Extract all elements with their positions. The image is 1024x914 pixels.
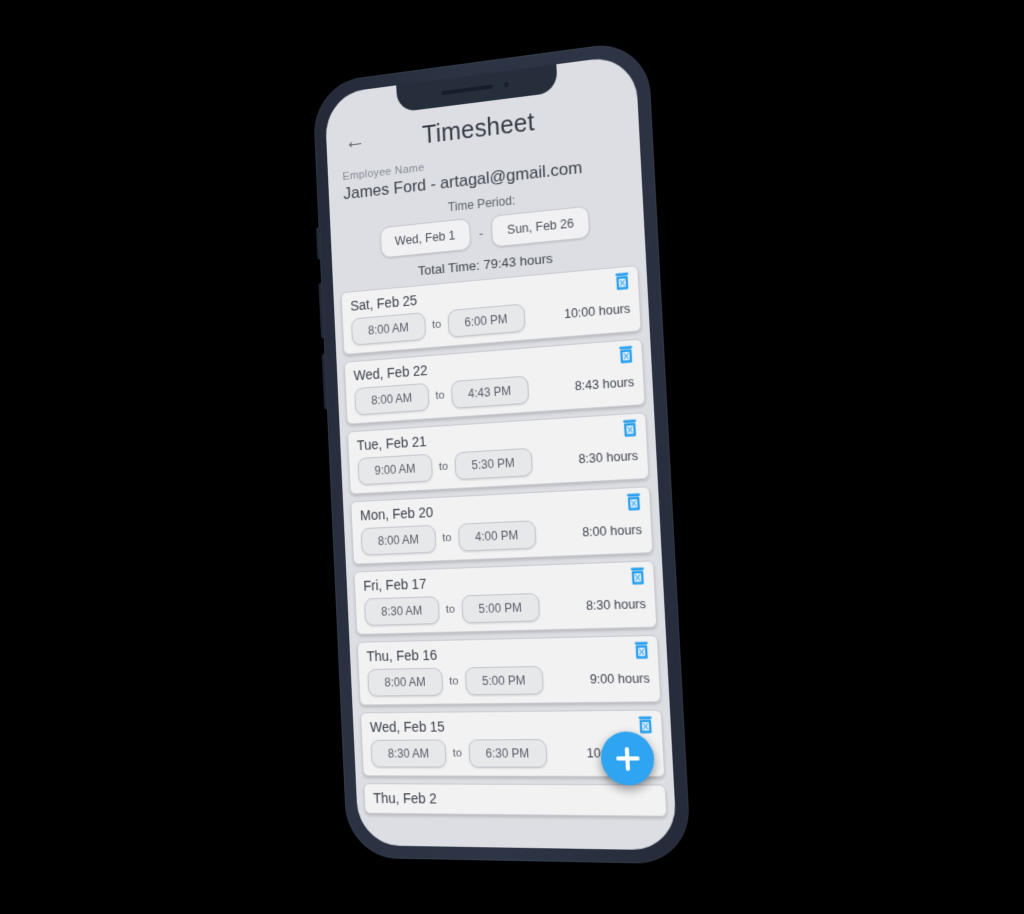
entry-start-time[interactable]: 8:30 AM: [363, 596, 440, 626]
timesheet-app: ← Timesheet Employee Name James Ford - a…: [324, 54, 677, 851]
entry-hours: 10:00 hours: [586, 746, 654, 761]
entry-start-time[interactable]: 8:00 AM: [354, 382, 430, 416]
arrow-left-icon: ←: [343, 125, 366, 154]
back-button[interactable]: ←: [340, 124, 369, 156]
entry-hours: 10:00 hours: [563, 301, 631, 322]
entry-end-time[interactable]: 6:00 PM: [447, 303, 526, 338]
phone-frame: ← Timesheet Employee Name James Ford - a…: [312, 38, 692, 865]
entry-time-row: 8:00 AM to 5:00 PM 9:00 hours: [367, 664, 650, 697]
to-label: to: [438, 460, 449, 474]
volume-up-button[interactable]: [318, 282, 326, 339]
entry-date: Thu, Feb 16: [366, 646, 438, 665]
entry-end-time[interactable]: 4:00 PM: [457, 520, 537, 552]
to-label: to: [431, 318, 442, 332]
entry-end-time[interactable]: 5:00 PM: [464, 665, 544, 696]
entry-date: Mon, Feb 20: [359, 504, 434, 524]
screenshot-canvas: ← Timesheet Employee Name James Ford - a…: [0, 0, 1024, 914]
to-label: to: [448, 675, 459, 688]
front-camera-icon: [502, 80, 511, 90]
trash-icon[interactable]: [633, 641, 649, 659]
phone-device: ← Timesheet Employee Name James Ford - a…: [312, 38, 692, 865]
add-entry-fab[interactable]: [599, 731, 656, 786]
plus-icon: [615, 747, 640, 771]
timesheet-entry-card[interactable]: Thu, Feb 16 8:00 AM to 5:00 PM 9:00 hour…: [356, 634, 662, 706]
total-time-label: Total Time:: [417, 257, 480, 279]
trash-icon[interactable]: [630, 567, 646, 585]
entry-start-time[interactable]: 8:00 AM: [367, 667, 444, 697]
entry-end-time[interactable]: 4:43 PM: [450, 375, 529, 409]
to-label: to: [452, 747, 463, 760]
entry-date: Wed, Feb 15: [369, 718, 446, 735]
phone-screen: ← Timesheet Employee Name James Ford - a…: [324, 53, 678, 851]
entry-start-time[interactable]: 8:00 AM: [350, 312, 427, 346]
trash-icon[interactable]: [618, 345, 634, 364]
entry-hours: 8:00 hours: [581, 522, 643, 540]
entry-end-time[interactable]: 6:30 PM: [467, 739, 548, 768]
entry-time-row: 8:30 AM to 5:00 PM 8:30 hours: [363, 590, 647, 626]
trash-icon[interactable]: [637, 716, 653, 734]
entry-hours: 8:43 hours: [574, 374, 635, 394]
trash-icon[interactable]: [622, 419, 638, 437]
entry-start-time[interactable]: 8:00 AM: [360, 524, 437, 556]
entry-start-time[interactable]: 9:00 AM: [357, 453, 434, 486]
entry-date: Fri, Feb 17: [363, 575, 427, 594]
period-dash: -: [478, 225, 484, 241]
silent-switch[interactable]: [315, 226, 322, 260]
to-label: to: [445, 603, 456, 616]
timesheet-entry-card[interactable]: Tue, Feb 21 9:00 AM to 5:30 PM 8:30 hour…: [347, 412, 650, 495]
entry-hours: 8:30 hours: [578, 448, 639, 467]
timesheet-entry-card[interactable]: Fri, Feb 17 8:30 AM to 5:00 PM 8:30 hour…: [353, 560, 658, 635]
total-time-value: 79:43 hours: [483, 250, 554, 273]
timesheet-entry-card[interactable]: Wed, Feb 15 8:30 AM to 6:30 PM 10:00 hou…: [360, 709, 666, 778]
trash-icon[interactable]: [614, 272, 630, 291]
timesheet-entry-card[interactable]: Mon, Feb 20 8:00 AM to 4:00 PM 8:00 hour…: [350, 486, 654, 565]
entry-time-row: 8:30 AM to 6:30 PM 10:00 hours: [370, 739, 655, 768]
timesheet-entry-list[interactable]: Sat, Feb 25 8:00 AM to 6:00 PM 10:00 hou…: [333, 264, 677, 850]
entry-hours: 8:30 hours: [585, 596, 647, 613]
earpiece-speaker-icon: [441, 84, 494, 96]
timesheet-entry-card[interactable]: Thu, Feb 2: [363, 783, 668, 817]
period-end-chip[interactable]: Sun, Feb 26: [490, 205, 591, 248]
entry-start-time[interactable]: 8:30 AM: [370, 739, 447, 768]
entry-end-time[interactable]: 5:00 PM: [460, 592, 540, 624]
trash-icon[interactable]: [626, 493, 642, 511]
to-label: to: [435, 389, 445, 403]
entry-end-time[interactable]: 5:30 PM: [453, 447, 533, 481]
entry-time-row: 8:00 AM to 4:00 PM 8:00 hours: [360, 515, 643, 556]
volume-down-button[interactable]: [321, 353, 329, 410]
to-label: to: [442, 532, 452, 545]
entry-hours: 9:00 hours: [589, 671, 651, 687]
phone-mockup: ← Timesheet Employee Name James Ford - a…: [312, 38, 692, 865]
entry-date: Thu, Feb 2: [372, 790, 437, 807]
entry-date: Tue, Feb 21: [356, 433, 427, 454]
